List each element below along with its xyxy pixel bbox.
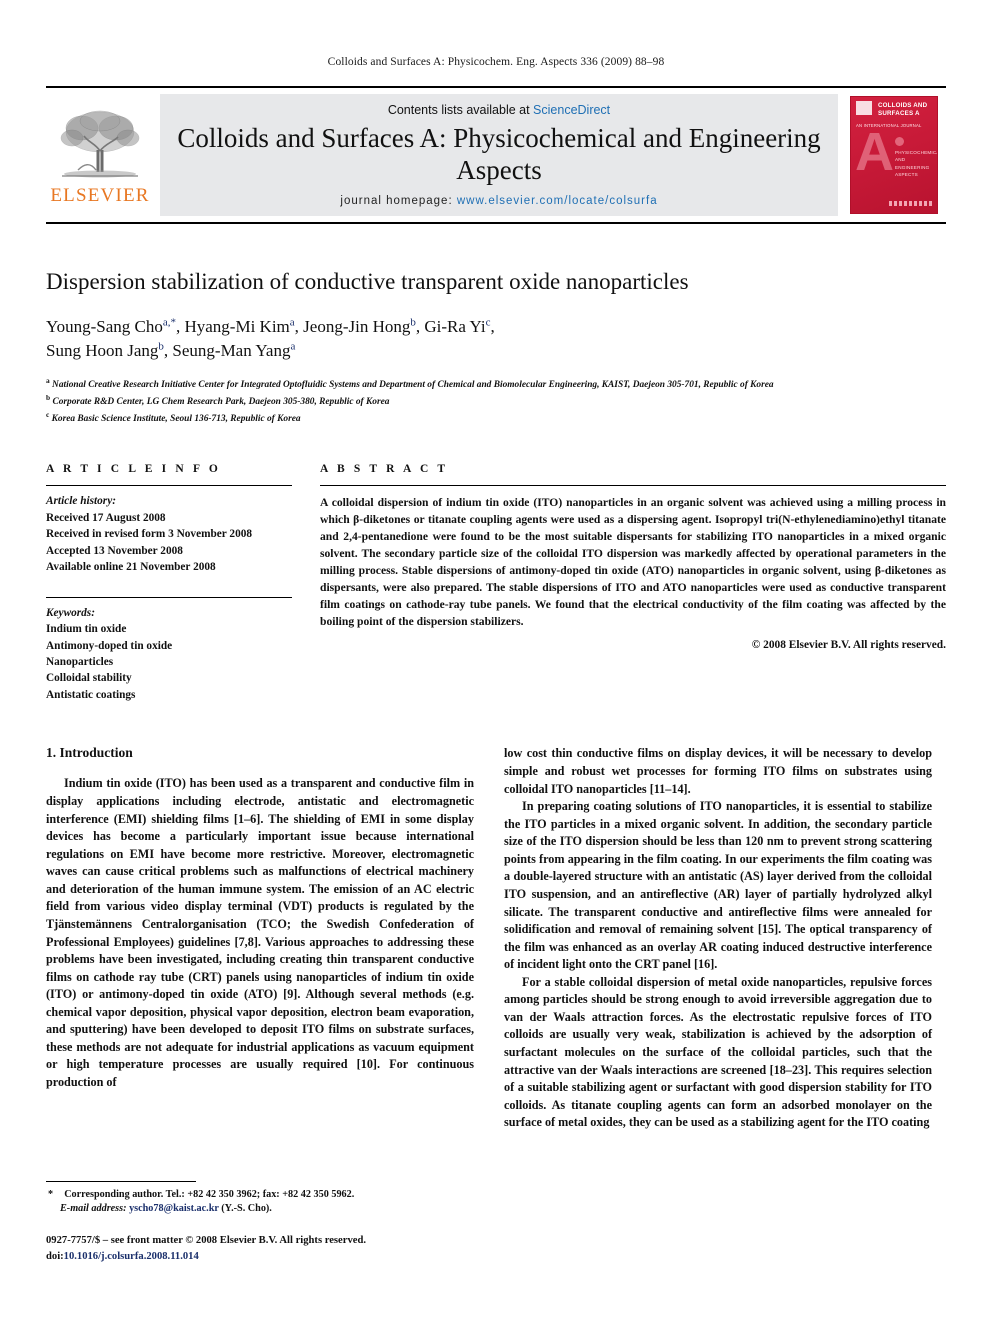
email-link[interactable]: yscho78@kaist.ac.kr [129,1203,219,1214]
article-history-label: Article history: [46,495,116,508]
contents-available-line: Contents lists available at ScienceDirec… [388,103,610,117]
paragraph: In preparing coating solutions of ITO na… [504,799,932,972]
cover-footer-bar [889,201,932,206]
sciencedirect-link[interactable]: ScienceDirect [533,103,610,117]
journal-homepage-line: journal homepage: www.elsevier.com/locat… [340,195,657,207]
cover-letter-a: A [855,122,894,182]
author-marker: c [485,316,491,329]
elsevier-logo: ELSEVIER [46,88,154,222]
footnote-rule [46,1180,196,1182]
author-marker: a [289,316,295,329]
history-item: Accepted 13 November 2008 [46,544,183,557]
affiliation-marker: a [46,376,50,386]
keyword-item: Nanoparticles [46,656,114,668]
email-note: E-mail address: yscho78@kaist.ac.kr (Y.-… [46,1202,474,1217]
journal-cover-thumbnail: COLLOIDS AND SURFACES A AN INTERNATIONAL… [842,88,946,222]
email-suffix: (Y.-S. Cho). [221,1203,272,1215]
contents-prefix: Contents lists available at [387,103,534,118]
history-item: Available online 21 November 2008 [46,561,216,574]
abstract-heading: A B S T R A C T [320,463,449,476]
affiliation-a-text: National Creative Research Initiative Ce… [52,380,774,391]
divider-rule [46,596,292,598]
article-title: Dispersion stabilization of conductive t… [46,269,689,294]
affiliation-c-text: Korea Basic Science Institute, Seoul 136… [51,414,301,425]
body-column-left: 1. Introduction Indium tin oxide (ITO) h… [46,745,474,1131]
keyword-item: Colloidal stability [46,672,132,685]
cover-elsevier-mark-icon [856,101,872,115]
history-item: Received 17 August 2008 [46,511,166,524]
paragraph: low cost thin conductive films on displa… [504,746,932,796]
cover-mid-text: PHYSICOCHEMICAL AND ENGINEERING ASPECTS [895,150,938,178]
cover-top-text: COLLOIDS AND SURFACES A [878,102,928,118]
affiliation-marker: c [46,410,50,420]
masthead-center: Contents lists available at ScienceDirec… [160,94,838,216]
keyword-item: Antimony-doped tin oxide [46,639,173,652]
keyword-item: Indium tin oxide [46,623,127,636]
elsevier-tree-icon [60,110,140,177]
elsevier-wordmark: ELSEVIER [50,184,150,206]
homepage-label: journal homepage: [340,194,457,207]
article-info-column: A R T I C L E I N F O Article history: R… [46,463,292,703]
corresponding-author-text: Corresponding author. Tel.: +82 42 350 3… [64,1188,355,1200]
doi-link[interactable]: 10.1016/j.colsurfa.2008.11.014 [64,1251,199,1262]
asterisk-icon: * [48,1188,65,1200]
author-marker: b [410,316,416,329]
author-list: Young-Sang Choa,*, Hyang-Mi Kima, Jeong-… [46,316,495,361]
doi-label: doi: [46,1251,64,1263]
footnote-area: * Corresponding author. Tel.: +82 42 350… [46,1180,474,1265]
article-history-group: Article history: Received 17 August 2008… [46,486,292,575]
paragraph: Indium tin oxide (ITO) has been used as … [46,776,474,1090]
abstract-copyright: © 2008 Elsevier B.V. All rights reserved… [751,639,946,652]
keywords-label: Keywords: [46,606,95,619]
keywords-group: Keywords: Indium tin oxide Antimony-dope… [46,590,292,704]
abstract-column: A B S T R A C T A colloidal dispersion o… [320,463,946,703]
article-info-heading: A R T I C L E I N F O [46,463,221,476]
author-marker: a,* [162,316,176,329]
section-title-introduction: 1. Introduction [46,745,133,761]
journal-title: Colloids and Surfaces A: Physicochemical… [177,123,821,185]
running-head: Colloids and Surfaces A: Physicochem. En… [327,56,665,68]
keyword-item: Antistatic coatings [46,688,136,701]
cover-dot-icon [895,137,904,146]
corresponding-author-note: * Corresponding author. Tel.: +82 42 350… [46,1188,474,1203]
history-item: Received in revised form 3 November 2008 [46,528,253,541]
affiliation-a: a National Creative Research Initiative … [46,376,946,393]
doi-line: doi:10.1016/j.colsurfa.2008.11.014 [46,1249,474,1265]
abstract-text: A colloidal dispersion of indium tin oxi… [320,496,946,629]
body-columns: 1. Introduction Indium tin oxide (ITO) h… [46,745,946,1131]
homepage-url-link[interactable]: www.elsevier.com/locate/colsurfa [457,195,658,207]
affiliation-b-text: Corporate R&D Center, LG Chem Research P… [52,397,390,408]
journal-masthead: ELSEVIER Contents lists available at Sci… [46,86,946,224]
author-marker: b [158,340,164,353]
title-block: Dispersion stabilization of conductive t… [46,268,946,427]
cover-image: COLLOIDS AND SURFACES A AN INTERNATIONAL… [850,96,938,214]
body-column-right: low cost thin conductive films on displa… [504,745,932,1131]
affiliation-c: c Korea Basic Science Institute, Seoul 1… [46,410,946,427]
issn-line: 0927-7757/$ – see front matter © 2008 El… [46,1235,366,1247]
affiliation-b: b Corporate R&D Center, LG Chem Research… [46,393,946,410]
info-abstract-row: A R T I C L E I N F O Article history: R… [46,463,946,703]
affiliation-marker: b [46,393,51,403]
paragraph: For a stable colloidal dispersion of met… [504,974,932,1130]
email-label: E-mail address: [60,1203,127,1215]
paper-page: Colloids and Surfaces A: Physicochem. En… [0,0,992,1323]
author-marker: a [290,340,296,353]
issn-copyright-block: 0927-7757/$ – see front matter © 2008 El… [46,1233,474,1265]
